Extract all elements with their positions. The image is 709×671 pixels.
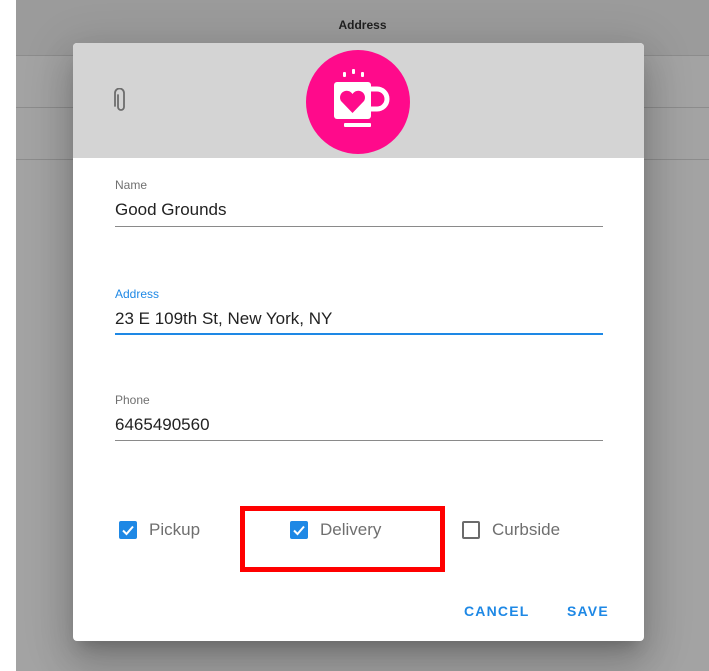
coffee-mug-heart-icon [306, 50, 410, 154]
name-label: Name [115, 178, 148, 192]
attach-button[interactable] [109, 87, 133, 115]
delivery-label: Delivery [320, 520, 382, 539]
name-input[interactable]: Good Grounds [115, 197, 603, 223]
pickup-label: Pickup [149, 520, 201, 539]
checkbox-checked-icon [290, 521, 308, 539]
phone-underline [115, 440, 603, 441]
name-underline [115, 226, 603, 227]
dialog-header [73, 43, 644, 158]
fulfillment-options: Pickup Delivery Curbside [73, 505, 644, 555]
curbside-checkbox[interactable]: Curbside [462, 505, 560, 555]
cancel-button[interactable]: CANCEL [464, 593, 530, 629]
curbside-label: Curbside [492, 520, 561, 539]
address-label: Address [115, 287, 160, 301]
phone-input[interactable]: 6465490560 [115, 412, 603, 438]
checkbox-unchecked-icon [462, 521, 480, 539]
pickup-checkbox[interactable]: Pickup [119, 505, 200, 555]
address-underline [115, 333, 603, 335]
save-button[interactable]: SAVE [567, 593, 609, 629]
paperclip-icon [114, 88, 125, 111]
dialog-actions: CANCEL SAVE [73, 593, 644, 629]
edit-location-dialog: Name Good Grounds Address 23 E 109th St,… [73, 43, 644, 641]
background-left-strip [0, 0, 16, 671]
checkbox-checked-icon [119, 521, 137, 539]
name-field[interactable]: Name Good Grounds [115, 177, 603, 227]
delivery-checkbox[interactable]: Delivery [290, 505, 381, 555]
address-field[interactable]: Address 23 E 109th St, New York, NY [115, 286, 603, 335]
phone-field[interactable]: Phone 6465490560 [115, 392, 603, 441]
phone-label: Phone [115, 393, 150, 407]
address-input[interactable]: 23 E 109th St, New York, NY [115, 306, 603, 332]
